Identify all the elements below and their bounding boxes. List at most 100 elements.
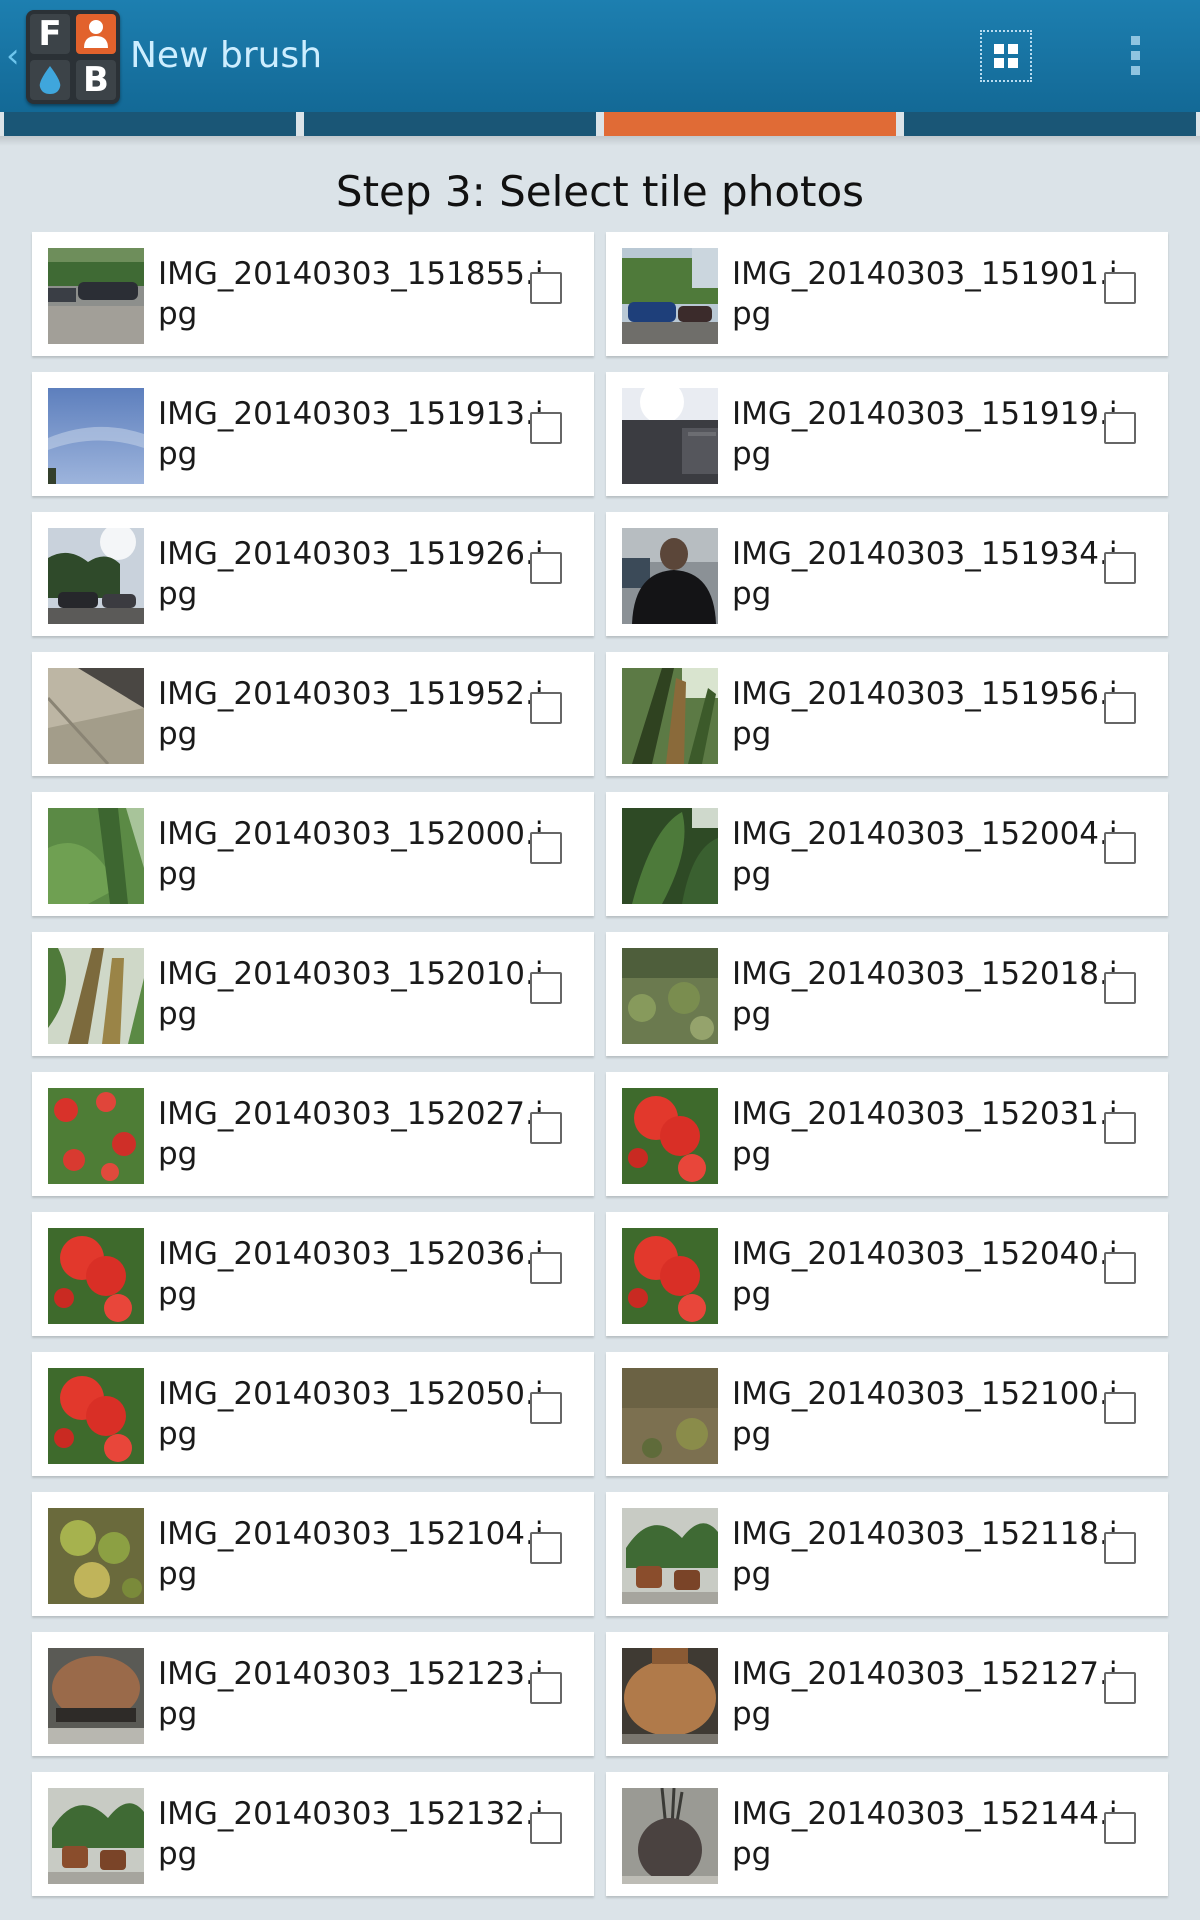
file-name: IMG_20140303_152010.jpg xyxy=(158,954,544,1034)
photo-card[interactable]: IMG_20140303_151855.j pg xyxy=(32,232,594,356)
file-name-line1: IMG_20140303_152010.j xyxy=(158,956,544,992)
photo-card[interactable]: IMG_20140303_151934.j pg xyxy=(606,512,1168,636)
file-name: IMG_20140303_151913.jpg xyxy=(158,394,544,474)
file-name: IMG_20140303_152004.j pg xyxy=(732,814,1118,894)
file-name: IMG_20140303_152050.j pg xyxy=(158,1374,544,1454)
select-checkbox[interactable] xyxy=(530,832,562,864)
photo-card[interactable]: IMG_20140303_152104.j pg xyxy=(32,1492,594,1616)
photo-card[interactable]: IMG_20140303_152036.j pg xyxy=(32,1212,594,1336)
photo-card[interactable]: IMG_20140303_151926.j pg xyxy=(32,512,594,636)
file-name-line1: IMG_20140303_151913.j xyxy=(158,396,544,432)
select-checkbox[interactable] xyxy=(1104,1672,1136,1704)
select-checkbox[interactable] xyxy=(530,412,562,444)
photo-card[interactable]: IMG_20140303_152118.jpg xyxy=(606,1492,1168,1616)
file-name-line2: pg xyxy=(732,1556,772,1592)
photo-thumbnail xyxy=(48,1228,144,1324)
photo-thumbnail xyxy=(622,808,718,904)
select-checkbox[interactable] xyxy=(1104,1392,1136,1424)
photo-thumbnail xyxy=(48,1508,144,1604)
select-checkbox[interactable] xyxy=(530,1812,562,1844)
photo-card[interactable]: IMG_20140303_152127.j pg xyxy=(606,1632,1168,1756)
file-name-line2: pg xyxy=(732,856,772,892)
file-name-line1: IMG_20140303_152027.j xyxy=(158,1096,544,1132)
photo-card[interactable]: IMG_20140303_151952.j pg xyxy=(32,652,594,776)
photo-card[interactable]: IMG_20140303_152123.j pg xyxy=(32,1632,594,1756)
photo-card[interactable]: IMG_20140303_151901.jpg xyxy=(606,232,1168,356)
photo-thumbnail xyxy=(48,388,144,484)
file-name-line1: IMG_20140303_152000.j xyxy=(158,816,544,852)
file-name-line2: pg xyxy=(732,576,772,612)
photo-grid: IMG_20140303_151855.j pg IMG_20140303_1519… xyxy=(0,0,1200,1920)
photo-card[interactable]: IMG_20140303_152027.j pg xyxy=(32,1072,594,1196)
select-checkbox[interactable] xyxy=(530,272,562,304)
select-checkbox[interactable] xyxy=(1104,692,1136,724)
photo-thumbnail xyxy=(48,948,144,1044)
photo-card[interactable]: IMG_20140303_152010.jpg xyxy=(32,932,594,1056)
file-name-line1: IMG_20140303_152040.j xyxy=(732,1236,1118,1272)
file-name-line2: pg xyxy=(732,1836,772,1872)
file-name-line2: pg xyxy=(732,1276,772,1312)
photo-thumbnail xyxy=(622,1228,718,1324)
photo-card[interactable]: IMG_20140303_152132.j pg xyxy=(32,1772,594,1896)
file-name: IMG_20140303_151952.j pg xyxy=(158,674,544,754)
file-name-line2: pg xyxy=(158,436,198,472)
file-name-line2: pg xyxy=(158,996,198,1032)
photo-thumbnail xyxy=(622,528,718,624)
file-name-line1: IMG_20140303_151901.j xyxy=(732,256,1118,292)
select-checkbox[interactable] xyxy=(1104,552,1136,584)
file-name: IMG_20140303_152027.j pg xyxy=(158,1094,544,1174)
select-checkbox[interactable] xyxy=(1104,412,1136,444)
photo-card[interactable]: IMG_20140303_152031.j pg xyxy=(606,1072,1168,1196)
select-checkbox[interactable] xyxy=(530,972,562,1004)
file-name-line2: pg xyxy=(158,1276,198,1312)
photo-card[interactable]: IMG_20140303_152144.j pg xyxy=(606,1772,1168,1896)
photo-thumbnail xyxy=(48,248,144,344)
file-name-line2: pg xyxy=(732,296,772,332)
file-name-line2: pg xyxy=(158,716,198,752)
file-name-line1: IMG_20140303_152118.j xyxy=(732,1516,1118,1552)
select-checkbox[interactable] xyxy=(1104,1252,1136,1284)
photo-card[interactable]: IMG_20140303_152050.j pg xyxy=(32,1352,594,1476)
photo-card[interactable]: IMG_20140303_152040.jpg xyxy=(606,1212,1168,1336)
file-name-line2: pg xyxy=(158,856,198,892)
select-checkbox[interactable] xyxy=(1104,972,1136,1004)
file-name: IMG_20140303_152040.jpg xyxy=(732,1234,1118,1314)
photo-card[interactable]: IMG_20140303_151956.j pg xyxy=(606,652,1168,776)
photo-card[interactable]: IMG_20140303_151913.jpg xyxy=(32,372,594,496)
photo-card[interactable]: IMG_20140303_152000.jpg xyxy=(32,792,594,916)
select-checkbox[interactable] xyxy=(530,552,562,584)
select-checkbox[interactable] xyxy=(530,1392,562,1424)
photo-thumbnail xyxy=(622,1648,718,1744)
file-name: IMG_20140303_152118.jpg xyxy=(732,1514,1118,1594)
photo-thumbnail xyxy=(622,248,718,344)
select-checkbox[interactable] xyxy=(1104,1532,1136,1564)
photo-thumbnail xyxy=(622,1788,718,1884)
file-name-line1: IMG_20140303_151926.j xyxy=(158,536,544,572)
select-checkbox[interactable] xyxy=(530,692,562,724)
file-name-line2: pg xyxy=(732,1696,772,1732)
file-name-line1: IMG_20140303_151855.j xyxy=(158,256,544,292)
photo-card[interactable]: IMG_20140303_152004.j pg xyxy=(606,792,1168,916)
select-checkbox[interactable] xyxy=(1104,272,1136,304)
file-name-line2: pg xyxy=(158,1556,198,1592)
photo-card[interactable]: IMG_20140303_152018.j pg xyxy=(606,932,1168,1056)
photo-thumbnail xyxy=(622,668,718,764)
file-name: IMG_20140303_152123.j pg xyxy=(158,1654,544,1734)
file-name: IMG_20140303_151926.j pg xyxy=(158,534,544,614)
select-checkbox[interactable] xyxy=(1104,1112,1136,1144)
file-name-line2: pg xyxy=(158,1416,198,1452)
photo-thumbnail xyxy=(622,948,718,1044)
photo-card[interactable]: IMG_20140303_152100.j pg xyxy=(606,1352,1168,1476)
select-checkbox[interactable] xyxy=(1104,832,1136,864)
select-checkbox[interactable] xyxy=(530,1532,562,1564)
file-name-line2: pg xyxy=(732,996,772,1032)
photo-thumbnail xyxy=(48,668,144,764)
select-checkbox[interactable] xyxy=(530,1252,562,1284)
select-checkbox[interactable] xyxy=(530,1672,562,1704)
select-checkbox[interactable] xyxy=(530,1112,562,1144)
file-name-line1: IMG_20140303_152031.j xyxy=(732,1096,1118,1132)
file-name: IMG_20140303_151855.j pg xyxy=(158,254,544,334)
photo-thumbnail xyxy=(622,1508,718,1604)
select-checkbox[interactable] xyxy=(1104,1812,1136,1844)
photo-card[interactable]: IMG_20140303_151919.j pg xyxy=(606,372,1168,496)
